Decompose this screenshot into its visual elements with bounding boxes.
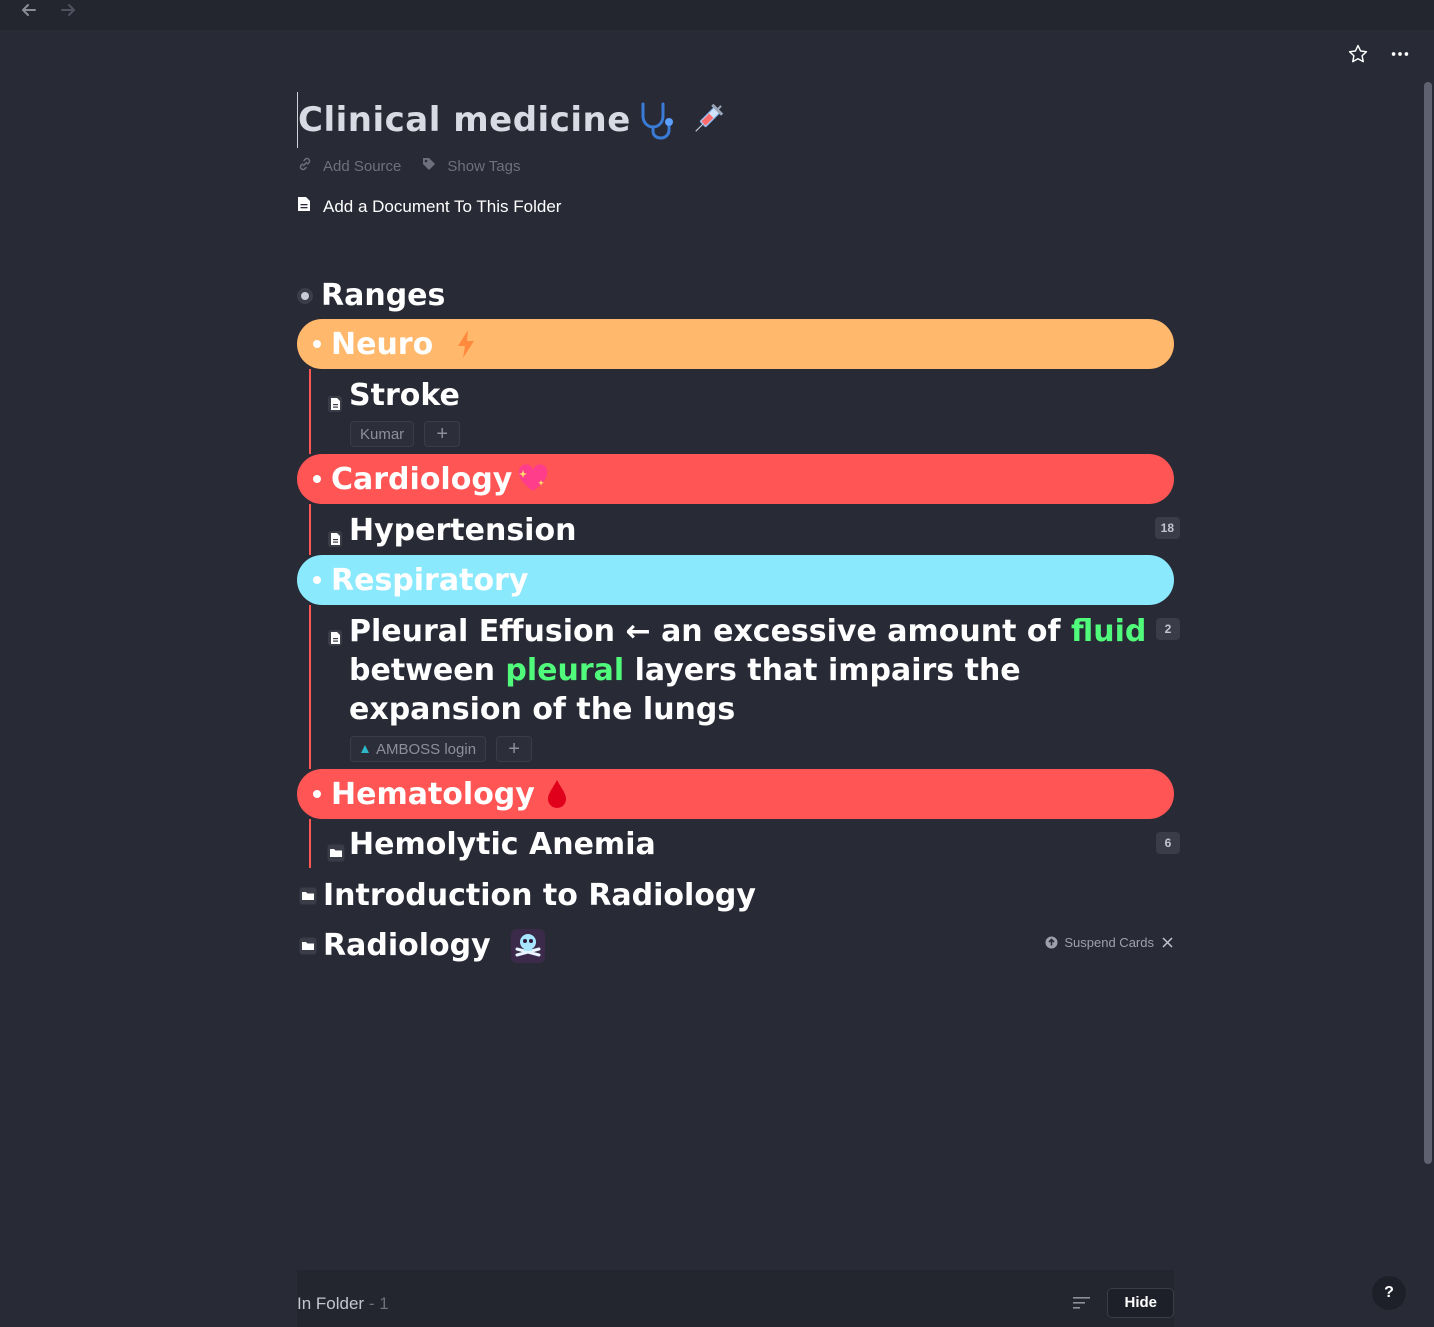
- ranges-heading[interactable]: Ranges: [301, 278, 445, 313]
- bottom-bar-actions: Hide: [1073, 1280, 1174, 1318]
- sparkling-heart-icon: [516, 464, 550, 494]
- syringe-icon: [687, 100, 727, 140]
- blood-drop-icon: [545, 778, 569, 810]
- document-icon: [327, 521, 343, 547]
- section-respiratory[interactable]: Respiratory: [297, 555, 1174, 605]
- child-label: Stroke: [349, 378, 460, 413]
- suspend-cards-label: Suspend Cards: [1064, 935, 1154, 950]
- meta-row: Add Source Show Tags: [297, 156, 521, 176]
- lightning-icon: [455, 329, 477, 359]
- folder-label: Radiology: [323, 928, 491, 963]
- add-document-label: Add a Document To This Folder: [323, 196, 562, 216]
- section-label: Respiratory: [331, 562, 529, 598]
- stethoscope-icon: [637, 100, 681, 140]
- section-label: Hematology: [331, 776, 535, 812]
- skull-crossbones-icon: [510, 928, 545, 963]
- in-folder-summary: In Folder - 1: [297, 1284, 389, 1314]
- folder-radiology[interactable]: Radiology: [299, 928, 545, 963]
- suspend-icon: [1045, 936, 1058, 949]
- child-label: Pleural Effusion: [349, 614, 616, 649]
- tag-row: AMBOSS login +: [350, 736, 533, 762]
- help-button[interactable]: ?: [1372, 1276, 1406, 1310]
- bottom-bar: In Folder - 1 Hide: [297, 1270, 1174, 1327]
- bullet[interactable]: [301, 291, 309, 300]
- definition-part: an excessive amount of: [661, 614, 1061, 649]
- tag-chip[interactable]: AMBOSS login: [350, 736, 487, 762]
- tag-row: Kumar +: [350, 421, 461, 447]
- section-hematology[interactable]: Hematology: [297, 769, 1174, 819]
- add-source-button[interactable]: Add Source: [297, 156, 401, 176]
- card-count-badge[interactable]: 2: [1156, 618, 1180, 640]
- child-label: Hemolytic Anemia: [349, 827, 656, 862]
- bullet[interactable]: [313, 475, 321, 483]
- tag-label: Kumar: [360, 425, 405, 443]
- arrow-glyph: ←: [625, 614, 651, 649]
- scrollbar[interactable]: [1424, 82, 1432, 1164]
- plus-icon: +: [436, 422, 449, 445]
- plus-icon: +: [508, 737, 520, 760]
- section-label: Neuro: [331, 326, 434, 362]
- folder-icon: [299, 887, 317, 905]
- section-line: [309, 819, 311, 868]
- document-icon: [327, 386, 343, 412]
- document-icon: [327, 620, 343, 646]
- tag-icon: [421, 156, 437, 176]
- in-folder-label: In Folder: [297, 1293, 365, 1313]
- hide-button[interactable]: Hide: [1107, 1287, 1174, 1318]
- child-text: Pleural Effusion ← an excessive amount o…: [349, 612, 1149, 729]
- section-line: [309, 504, 311, 555]
- bullet[interactable]: [313, 340, 321, 348]
- bullet[interactable]: [313, 790, 321, 798]
- page-actions: [1346, 42, 1412, 66]
- section-label: Cardiology: [331, 461, 513, 497]
- sort-icon[interactable]: [1073, 1296, 1091, 1310]
- card-count-badge[interactable]: 18: [1154, 517, 1180, 539]
- in-folder-count: 1: [379, 1293, 389, 1313]
- folder-icon: [299, 937, 317, 955]
- link-icon: [297, 156, 313, 176]
- back-arrow-icon[interactable]: [17, 0, 41, 22]
- amboss-icon: [360, 741, 370, 758]
- child-stroke[interactable]: Stroke: [327, 378, 460, 413]
- child-pleural-effusion[interactable]: Pleural Effusion ← an excessive amount o…: [327, 612, 1149, 729]
- tag-label: AMBOSS login: [376, 740, 477, 758]
- ranges-label: Ranges: [321, 278, 446, 313]
- add-source-label: Add Source: [323, 157, 402, 175]
- document-icon: [297, 196, 311, 217]
- section-cardiology[interactable]: Cardiology: [297, 454, 1174, 504]
- in-folder-separator: -: [368, 1293, 375, 1313]
- highlight-pleural: pleural: [505, 653, 625, 688]
- star-icon[interactable]: [1346, 42, 1370, 66]
- suspend-cards-button[interactable]: Suspend Cards: [1045, 935, 1173, 950]
- add-document-button[interactable]: Add a Document To This Folder: [297, 196, 561, 217]
- folder-label: Introduction to Radiology: [323, 878, 756, 913]
- section-line: [309, 369, 311, 454]
- show-tags-label: Show Tags: [447, 157, 521, 175]
- bullet[interactable]: [313, 576, 321, 584]
- card-count-badge[interactable]: 6: [1156, 832, 1180, 854]
- forward-arrow-icon[interactable]: [56, 0, 80, 22]
- add-tag-button[interactable]: +: [424, 421, 461, 447]
- show-tags-button[interactable]: Show Tags: [421, 156, 521, 176]
- page-title-row[interactable]: Clinical medicine: [297, 92, 727, 148]
- folder-introduction-to-radiology[interactable]: Introduction to Radiology: [299, 878, 756, 913]
- close-icon[interactable]: [1162, 937, 1173, 948]
- child-label: Hypertension: [349, 513, 577, 548]
- tag-chip[interactable]: Kumar: [350, 421, 415, 447]
- child-hypertension[interactable]: Hypertension: [327, 513, 576, 548]
- add-tag-button[interactable]: +: [496, 736, 533, 762]
- child-hemolytic-anemia[interactable]: Hemolytic Anemia: [327, 827, 656, 862]
- definition-part: between: [349, 653, 495, 688]
- more-horizontal-icon[interactable]: [1388, 42, 1412, 66]
- folder-icon: [327, 835, 345, 862]
- page-title[interactable]: Clinical medicine: [298, 100, 631, 140]
- top-bar: [0, 0, 1434, 30]
- section-neuro[interactable]: Neuro: [297, 319, 1174, 369]
- highlight-fluid: fluid: [1071, 614, 1147, 649]
- section-line: [309, 605, 311, 769]
